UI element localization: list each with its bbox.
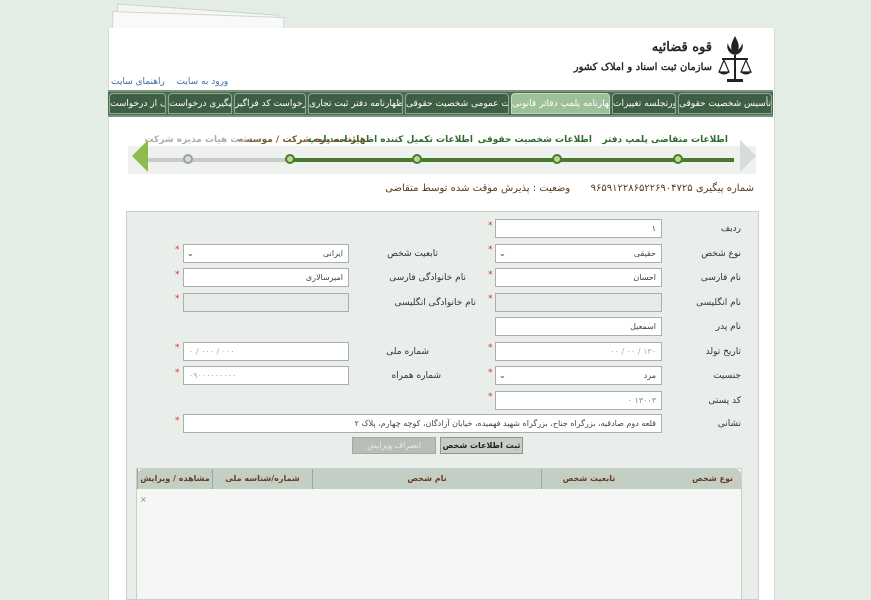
- last-name-fa-label: نام خانوادگی فارسی: [389, 273, 466, 283]
- required-star: *: [175, 270, 180, 280]
- tracking-number: ۹۶۵۹۱۲۲۸۶۵۲۲۶۹۰۴۷۲۵: [590, 183, 693, 194]
- required-star: *: [488, 245, 493, 255]
- wizard-step-dot[interactable]: [552, 154, 562, 164]
- wizard-step-label: ثبت هیات مدیره شرکت: [144, 135, 247, 145]
- login-link[interactable]: ورود به سایت: [177, 77, 229, 87]
- grid-empty-mark: ×: [140, 495, 147, 504]
- postal-code-label: کد پستی: [708, 396, 741, 406]
- wizard-step-label: هیئت مدیره شرکت / موسسه: [238, 135, 366, 145]
- birth-date-label: تاریخ تولد: [705, 347, 741, 357]
- tracking-status: شماره پیگیری ۹۶۵۹۱۲۲۸۶۵۲۲۶۹۰۴۷۲۵ وضعیت :…: [385, 183, 754, 194]
- first-name-en-field[interactable]: [495, 293, 662, 312]
- required-star: *: [175, 368, 180, 378]
- required-star: *: [488, 343, 493, 353]
- required-star: *: [488, 392, 493, 402]
- wizard-step-dot[interactable]: [673, 154, 683, 164]
- required-star: *: [175, 343, 180, 353]
- nav-item-global-code[interactable]: درخواست کد فراگیر: [234, 93, 306, 114]
- required-star: *: [175, 416, 180, 426]
- chevron-down-icon: ⌄: [499, 249, 506, 258]
- wizard-step-dot[interactable]: [412, 154, 422, 164]
- help-link[interactable]: راهنمای سایت: [111, 77, 165, 87]
- address-field[interactable]: قلعه دوم صادقیه، بزرگراه جناح، بزرگراه ش…: [183, 414, 662, 433]
- tracking-label: شماره پیگیری: [695, 183, 754, 194]
- father-name-label: نام پدر: [715, 322, 741, 332]
- cancel-edit-button: انصراف ویرایش: [352, 437, 436, 454]
- address-label: نشانی: [717, 419, 741, 429]
- state-label: وضعیت :: [532, 183, 571, 194]
- grid-col-national-id[interactable]: شماره/شناسه ملی: [212, 469, 312, 489]
- wizard-step-dot: [183, 154, 193, 164]
- postal-code-field[interactable]: ۱۳۰۰۳ ۰: [495, 391, 662, 410]
- nav-item-change-minutes[interactable]: صورتجلسه تغییرات: [612, 93, 676, 114]
- grid-col-person-type[interactable]: نوع شخص: [636, 469, 741, 489]
- person-type-select[interactable]: حقیقی ⌄: [495, 244, 662, 263]
- chevron-down-icon: ⌄: [187, 249, 194, 258]
- nav-item-commercial-book[interactable]: اظهارنامه دفتر ثبت تجاری: [308, 93, 403, 114]
- mobile-label: شماره همراه: [391, 371, 441, 381]
- required-star: *: [488, 221, 493, 231]
- nav-item-general-info[interactable]: اطلاعات عمومی شخصیت حقوقی: [405, 93, 509, 114]
- nav-item-ledger-declaration[interactable]: پذیرش اظهارنامه پلمپ دفاتر قانونی: [511, 93, 610, 114]
- first-name-fa-field[interactable]: احسان: [495, 268, 662, 287]
- first-name-en-label: نام انگلیسی: [696, 298, 741, 308]
- state-value: پذیرش موقت شده توسط متقاضی: [385, 183, 530, 194]
- main-nav: تأسیس شخصیت حقوقی صورتجلسه تغییرات پذیرش…: [108, 90, 773, 117]
- required-star: *: [175, 294, 180, 304]
- nav-item-track-request[interactable]: پیگیری درخواست: [168, 93, 232, 114]
- chevron-down-icon: ⌄: [499, 371, 506, 380]
- last-name-en-label: نام خانوادگی انگلیسی: [394, 298, 477, 308]
- top-links: ورود به سایت راهنمای سایت: [111, 77, 228, 87]
- father-name-field[interactable]: اسمعیل: [495, 317, 662, 336]
- submit-person-button[interactable]: ثبت اطلاعات شخص: [440, 437, 523, 454]
- birth-date-field[interactable]: ۱۳۰ / ۰۰ / ۰۰: [495, 342, 662, 361]
- persons-grid: نوع شخص تابعیت شخص نام شخص شماره/شناسه م…: [136, 468, 742, 600]
- wizard-step-label: اطلاعات شخصیت حقوقی: [477, 135, 592, 145]
- logo-title: قوه قضائیه: [651, 40, 712, 55]
- required-star: *: [175, 245, 180, 255]
- nav-item-cancel-request[interactable]: انصراف از درخواست: [109, 93, 166, 114]
- grid-col-nationality[interactable]: تابعیت شخص: [541, 469, 636, 489]
- wizard-prev-arrow-icon[interactable]: [132, 140, 148, 172]
- required-star: *: [488, 270, 493, 280]
- national-id-field[interactable]: ۰ / ۰۰۰ / ۰۰۰: [183, 342, 349, 361]
- wizard-track-remaining: [148, 158, 294, 162]
- person-type-label: نوع شخص: [701, 249, 741, 259]
- nationality-select[interactable]: ایرانی ⌄: [183, 244, 349, 263]
- site-logo[interactable]: قوه قضائیه سازمان ثبت اسناد و املاک کشور: [574, 34, 764, 90]
- last-name-fa-field[interactable]: امیرسالاری: [183, 268, 349, 287]
- mobile-field[interactable]: ۰۹۰۰۰۰۰۰۰۰۰: [183, 366, 349, 385]
- required-star: *: [488, 368, 493, 378]
- wizard-track-done: [294, 158, 734, 162]
- wizard-step-dot[interactable]: [285, 154, 295, 164]
- nationality-label: تابعیت شخص: [387, 249, 438, 259]
- nav-item-establish[interactable]: تأسیس شخصیت حقوقی: [678, 93, 772, 114]
- person-type-value: حقیقی: [633, 249, 656, 258]
- last-name-en-field[interactable]: [183, 293, 349, 312]
- wizard-next-arrow-icon[interactable]: [740, 140, 756, 172]
- national-id-label: شماره ملی: [386, 347, 429, 357]
- grid-col-view-edit[interactable]: مشاهده / ویرایش: [137, 469, 212, 489]
- emblem-icon: [718, 36, 752, 82]
- row-field[interactable]: ۱: [495, 219, 662, 238]
- grid-col-person-name[interactable]: نام شخص: [312, 469, 541, 489]
- logo-subtitle: سازمان ثبت اسناد و املاک کشور: [573, 62, 712, 73]
- wizard-step-label: اطلاعات متقاضی پلمپ دفتر: [602, 135, 728, 145]
- nationality-value: ایرانی: [323, 249, 343, 258]
- row-label: ردیف: [720, 224, 741, 234]
- gender-value: مرد: [643, 371, 656, 380]
- first-name-fa-label: نام فارسی: [700, 273, 741, 283]
- required-star: *: [488, 294, 493, 304]
- grid-header: نوع شخص تابعیت شخص نام شخص شماره/شناسه م…: [137, 469, 741, 489]
- gender-label: جنسیت: [713, 371, 741, 381]
- gender-select[interactable]: مرد ⌄: [495, 366, 662, 385]
